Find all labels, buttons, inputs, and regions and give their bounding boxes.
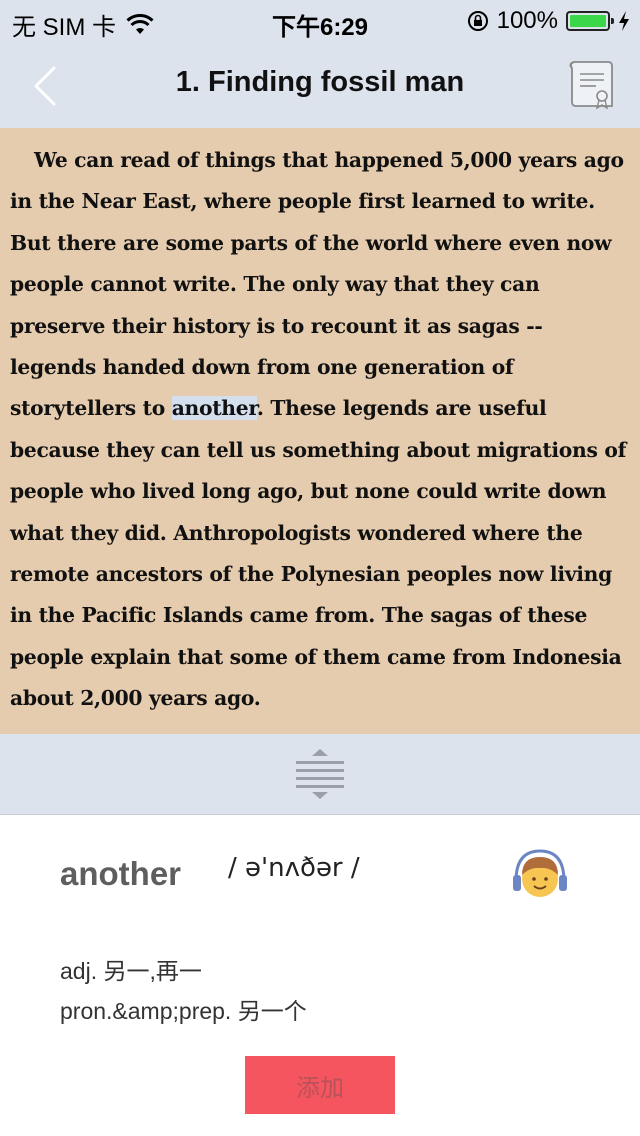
rotation-lock-icon xyxy=(467,11,488,31)
add-word-button[interactable]: 添加 xyxy=(245,1056,395,1114)
reading-panel[interactable]: We can read of things that happened 5,00… xyxy=(0,128,640,734)
charging-icon xyxy=(619,11,629,31)
battery-percent: 100% xyxy=(496,7,558,34)
battery-level xyxy=(570,15,606,27)
panel-resize-bar[interactable] xyxy=(0,734,640,815)
lookup-word: another xyxy=(60,855,182,892)
passage-text[interactable]: We can read of things that happened 5,00… xyxy=(0,128,640,720)
phonetic-text: / ə'nʌðər / xyxy=(228,853,360,883)
nav-bar: 1. Finding fossil man xyxy=(0,40,640,128)
passage-after: . These legends are useful because they … xyxy=(10,396,627,711)
certificate-icon xyxy=(569,61,613,110)
status-bar: 无 SIM 卡 下午6:29 100% xyxy=(0,0,640,41)
certificate-button[interactable] xyxy=(566,56,620,112)
definition-item: pron.&amp;prep. 另一个 xyxy=(60,998,307,1024)
pronunciation-button[interactable] xyxy=(510,845,570,905)
passage-before: We can read of things that happened 5,00… xyxy=(10,148,624,421)
headphones-avatar-icon xyxy=(513,849,567,897)
highlighted-word[interactable]: another xyxy=(171,396,257,421)
page-title: 1. Finding fossil man xyxy=(175,66,465,98)
definition-item: adj. 另一,再一 xyxy=(60,958,202,984)
drag-handle-icon[interactable] xyxy=(294,748,346,800)
battery-icon xyxy=(566,11,614,31)
definition-list: adj. 另一,再一 pron.&amp;prep. 另一个 xyxy=(60,951,307,1031)
word-lookup-panel: another / ə'nʌðər / adj. 另一,再一 pron.&amp… xyxy=(0,815,640,1136)
status-right: 100% xyxy=(467,7,630,35)
